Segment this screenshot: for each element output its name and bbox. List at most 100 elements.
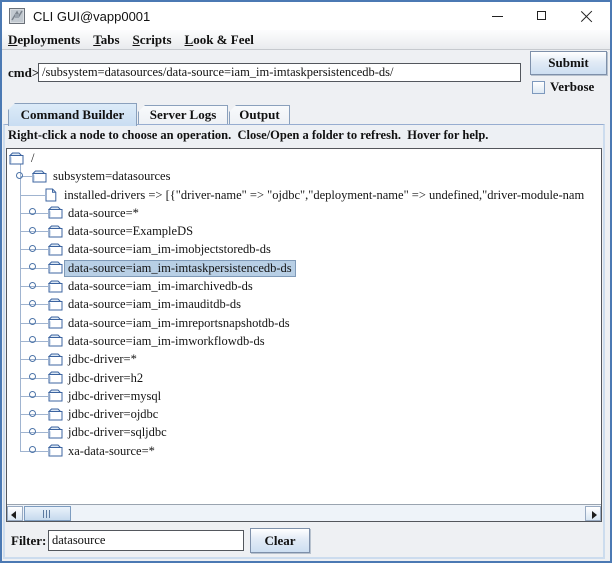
tree-node[interactable]: jdbc-driver=h2 — [7, 369, 601, 387]
cmd-label: cmd> — [8, 65, 40, 80]
submit-button[interactable]: Submit — [530, 51, 607, 75]
folder-icon — [47, 316, 63, 329]
tree-node-label[interactable]: installed-drivers => [{"driver-name" => … — [60, 187, 588, 205]
tree-node[interactable]: subsystem=datasources — [7, 167, 601, 187]
filter-label: Filter: — [11, 533, 47, 548]
tree-node-label[interactable]: data-source=iam_im-imarchivedb-ds — [64, 278, 257, 296]
thumb-grip-icon — [43, 510, 51, 518]
tree-node[interactable]: jdbc-driver=* — [7, 350, 601, 368]
maximize-icon — [537, 11, 546, 20]
app-icon — [9, 8, 25, 24]
tree-node-label[interactable]: data-source=iam_im-imreportsnapshotdb-ds — [64, 315, 294, 333]
folder-icon — [47, 353, 63, 366]
tree-toggle-handle[interactable] — [29, 446, 36, 454]
tree-toggle-handle[interactable] — [29, 409, 36, 417]
scroll-left-button[interactable] — [7, 506, 23, 521]
help-text: Right-click a node to choose an operatio… — [5, 125, 603, 146]
tab-server-logs[interactable]: Server Logs — [138, 105, 228, 124]
scroll-right-button[interactable] — [585, 506, 601, 521]
verbose-label: Verbose — [550, 79, 595, 94]
menu-scripts[interactable]: Scripts — [133, 32, 172, 48]
tree-node[interactable]: jdbc-driver=sqljdbc — [7, 423, 601, 441]
tree-toggle-handle[interactable] — [16, 171, 23, 179]
folder-icon — [47, 261, 63, 274]
tree-toggle-handle[interactable] — [29, 226, 36, 234]
tree-node[interactable]: data-source=iam_im-imreportsnapshotdb-ds — [7, 314, 601, 332]
window-title: CLI GUI@vapp0001 — [33, 8, 151, 24]
close-icon — [581, 10, 593, 22]
arrow-left-icon — [11, 510, 16, 519]
minimize-icon — [492, 16, 503, 17]
tree-node-label[interactable]: subsystem=datasources — [49, 168, 174, 186]
tab-command-builder[interactable]: Command Builder — [8, 103, 137, 126]
tree-connector-line — [20, 194, 45, 196]
title-bar[interactable]: CLI GUI@vapp0001 — [2, 2, 610, 30]
cmd-input[interactable] — [38, 63, 521, 82]
menu-tabs[interactable]: Tabs — [93, 32, 119, 48]
cli-gui-window: CLI GUI@vapp0001 Deployments Tabs Script… — [0, 0, 612, 563]
menu-bar: Deployments Tabs Scripts Look & Feel — [2, 30, 610, 50]
tree-toggle-handle[interactable] — [29, 427, 36, 435]
folder-icon — [47, 243, 63, 256]
tree-node[interactable]: / — [7, 149, 601, 167]
tree-toggle-handle[interactable] — [29, 391, 36, 399]
tree-viewport[interactable]: / subsystem=datasources installed-driver… — [7, 149, 601, 504]
tree-node-label[interactable]: jdbc-driver=* — [64, 351, 141, 369]
tree-node[interactable]: jdbc-driver=ojdbc — [7, 405, 601, 423]
document-icon — [45, 188, 57, 202]
node-icon — [47, 444, 63, 462]
tree-node-label[interactable]: xa-data-source=* — [64, 443, 159, 461]
tree-node-label[interactable]: jdbc-driver=mysql — [64, 388, 165, 406]
tree-node-label[interactable]: data-source=iam_im-imobjectstoredb-ds — [64, 241, 275, 259]
tree-node[interactable]: data-source=iam_im-imarchivedb-ds — [7, 277, 601, 295]
clear-button[interactable]: Clear — [250, 528, 310, 553]
tree-node[interactable]: data-source=iam_im-imworkflowdb-ds — [7, 332, 601, 350]
tree-node[interactable]: data-source=iam_im-imobjectstoredb-ds — [7, 240, 601, 258]
tree-node-label[interactable]: data-source=iam_im-imauditdb-ds — [64, 296, 245, 314]
folder-icon — [47, 408, 63, 421]
menu-deployments[interactable]: Deployments — [8, 32, 80, 48]
tree-node-label[interactable]: data-source=ExampleDS — [64, 223, 197, 241]
folder-icon — [47, 389, 63, 402]
tree-node[interactable]: jdbc-driver=mysql — [7, 387, 601, 405]
tree-node-label[interactable]: data-source=iam_im-imworkflowdb-ds — [64, 333, 269, 351]
tree-toggle-handle[interactable] — [29, 336, 36, 344]
tree-node[interactable]: data-source=* — [7, 204, 601, 222]
tree-toggle-handle[interactable] — [29, 373, 36, 381]
tree-node-label[interactable]: jdbc-driver=ojdbc — [64, 406, 162, 424]
tree-node-label[interactable]: data-source=iam_im-imtaskpersistencedb-d… — [64, 259, 296, 278]
menu-look-and-feel[interactable]: Look & Feel — [185, 32, 254, 48]
folder-icon — [8, 152, 24, 164]
tree-toggle-handle[interactable] — [29, 281, 36, 289]
tree-toggle-handle[interactable] — [29, 244, 36, 252]
tree-toggle-handle[interactable] — [29, 208, 36, 216]
filter-input[interactable] — [48, 530, 244, 551]
tree-node-label[interactable]: data-source=* — [64, 205, 143, 223]
horizontal-scrollbar[interactable] — [7, 504, 601, 521]
folder-icon — [47, 298, 63, 311]
tree-node[interactable]: data-source=iam_im-imauditdb-ds — [7, 295, 601, 313]
maximize-button[interactable] — [520, 2, 565, 30]
tree-node[interactable]: installed-drivers => [{"driver-name" => … — [7, 186, 601, 204]
tree-toggle-handle[interactable] — [29, 318, 36, 326]
tree-node[interactable]: data-source=iam_im-imtaskpersistencedb-d… — [7, 259, 601, 278]
tree-node-label[interactable]: jdbc-driver=sqljdbc — [64, 424, 171, 442]
folder-icon — [47, 426, 63, 439]
tree-node[interactable]: xa-data-source=* — [7, 442, 601, 460]
folder-icon — [47, 280, 63, 293]
tree-toggle-handle[interactable] — [29, 263, 36, 271]
tree-toggle-handle[interactable] — [29, 299, 36, 307]
tree-node[interactable]: data-source=ExampleDS — [7, 222, 601, 240]
folder-icon — [31, 170, 47, 183]
scrollbar-thumb[interactable] — [24, 506, 71, 521]
verbose-checkbox[interactable] — [532, 81, 545, 94]
tree-node-label[interactable]: jdbc-driver=h2 — [64, 370, 147, 388]
tab-output[interactable]: Output — [229, 105, 290, 124]
folder-icon — [47, 334, 63, 347]
minimize-button[interactable] — [475, 2, 520, 30]
tree-toggle-handle[interactable] — [29, 354, 36, 362]
close-button[interactable] — [565, 2, 610, 30]
folder-icon — [47, 371, 63, 384]
tree-scrollpane: / subsystem=datasources installed-driver… — [6, 148, 602, 522]
tree-node-label[interactable]: / — [27, 150, 38, 168]
